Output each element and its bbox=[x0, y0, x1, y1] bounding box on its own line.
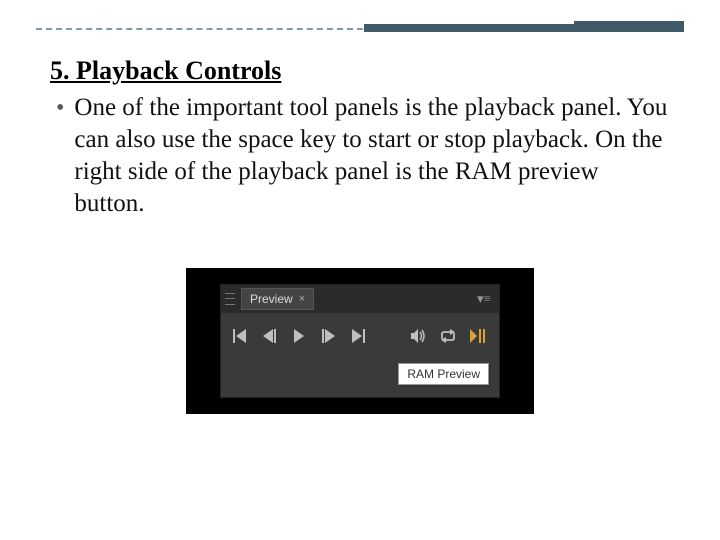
preview-panel: Preview × ▾≡ bbox=[220, 284, 500, 398]
loop-button[interactable] bbox=[434, 322, 462, 350]
last-frame-button[interactable] bbox=[343, 322, 371, 350]
audio-button[interactable] bbox=[405, 322, 433, 350]
prev-frame-button[interactable] bbox=[256, 322, 284, 350]
playback-controls bbox=[221, 313, 499, 359]
ram-preview-tooltip: RAM Preview bbox=[398, 363, 489, 385]
panel-grip-icon bbox=[225, 291, 235, 307]
body-text: One of the important tool panels is the … bbox=[74, 92, 670, 220]
section-heading: 5. Playback Controls bbox=[50, 56, 670, 86]
screenshot-frame: Preview × ▾≡ bbox=[186, 268, 534, 414]
bullet-marker: • bbox=[50, 92, 64, 124]
panel-tab-bar: Preview × ▾≡ bbox=[221, 285, 499, 313]
slide-content: 5. Playback Controls • One of the import… bbox=[50, 56, 670, 220]
panel-menu-icon[interactable]: ▾≡ bbox=[477, 291, 495, 307]
next-frame-button[interactable] bbox=[314, 322, 342, 350]
tab-preview[interactable]: Preview × bbox=[241, 288, 314, 310]
play-button[interactable] bbox=[285, 322, 313, 350]
first-frame-button[interactable] bbox=[227, 322, 255, 350]
tab-label: Preview bbox=[250, 292, 293, 306]
ram-preview-button[interactable] bbox=[463, 322, 493, 350]
close-icon[interactable]: × bbox=[299, 293, 305, 305]
slide-top-border bbox=[36, 28, 684, 42]
